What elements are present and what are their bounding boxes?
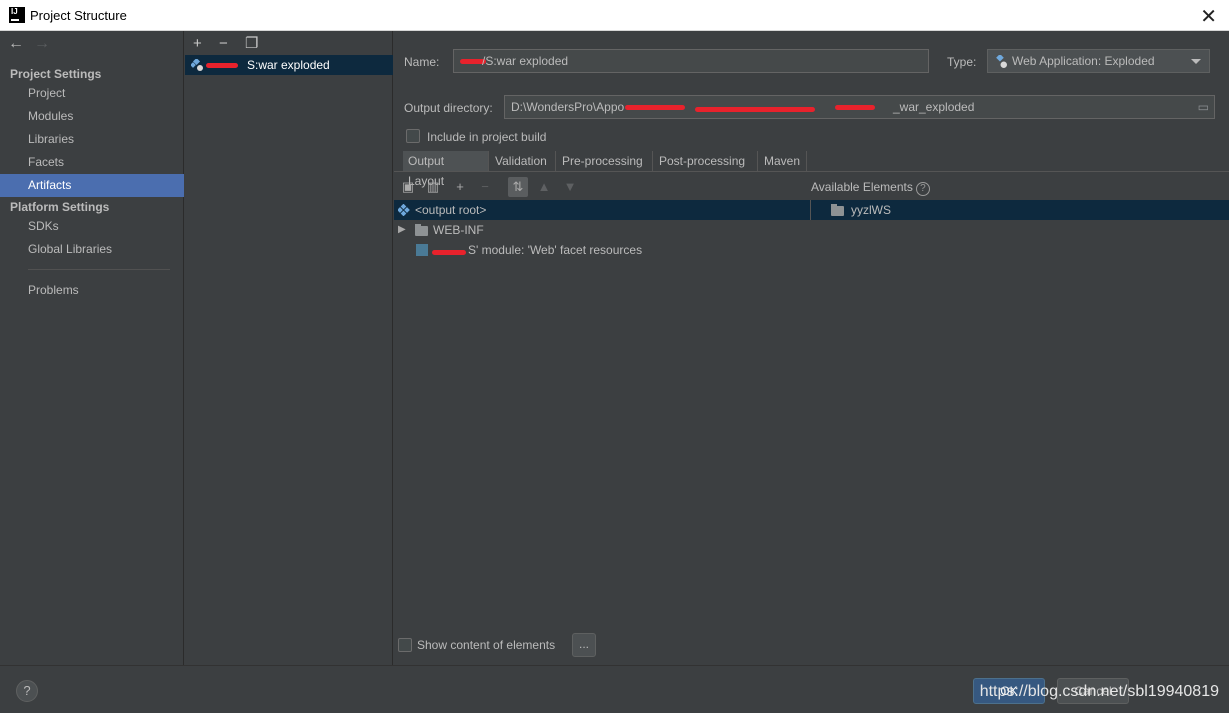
output-root-icon	[398, 204, 410, 216]
tab-post-processing[interactable]: Post-processing	[654, 151, 758, 171]
help-button[interactable]: ?	[16, 680, 38, 702]
folder-icon	[415, 224, 428, 236]
output-directory-field[interactable]: D:\WondersPro\Appo _war_exploded ▭	[504, 95, 1215, 119]
sidebar-item-sdks[interactable]: SDKs	[0, 215, 184, 238]
forward-arrow-icon[interactable]: →	[34, 35, 60, 53]
include-in-build-checkbox[interactable]	[406, 129, 420, 143]
redaction-mark	[625, 105, 685, 110]
output-directory-value-start: D:\WondersPro\Appo	[511, 100, 625, 114]
show-content-label: Show content of elements	[417, 638, 556, 652]
artifact-list-item[interactable]: S:war exploded	[185, 55, 393, 75]
available-row-yyzlws[interactable]: yyzlWS	[811, 200, 1229, 220]
copy-icon[interactable]: ❐	[245, 34, 271, 52]
sidebar-item-problems[interactable]: Problems	[0, 279, 184, 302]
name-field[interactable]: /S:war exploded	[453, 49, 929, 73]
type-dropdown[interactable]: Web Application: Exploded	[987, 49, 1210, 73]
new-directory-icon[interactable]: ▣	[398, 177, 418, 197]
name-field-value: /S:war exploded	[482, 54, 569, 68]
sidebar-divider	[28, 269, 170, 270]
navigation-arrows: ← →	[8, 35, 60, 53]
add-icon[interactable]: +	[193, 35, 219, 52]
platform-settings-heading: Platform Settings	[10, 200, 110, 214]
settings-sidebar: ← → Project Settings Project Modules Libr…	[0, 31, 184, 665]
more-options-button[interactable]: ...	[572, 633, 596, 657]
move-up-icon[interactable]: ▲	[534, 177, 554, 197]
module-folder-icon	[831, 204, 844, 216]
available-elements-label: Available Elements	[811, 180, 913, 194]
name-label: Name:	[404, 55, 440, 69]
web-artifact-icon	[191, 59, 203, 71]
expand-arrow-icon[interactable]: ▶	[398, 220, 406, 240]
available-row-label: yyzlWS	[851, 203, 891, 217]
redaction-mark	[206, 63, 238, 68]
sort-elements-icon[interactable]: ⇅	[508, 177, 528, 197]
sidebar-item-libraries[interactable]: Libraries	[0, 128, 184, 151]
show-content-checkbox[interactable]	[398, 638, 412, 652]
project-settings-heading: Project Settings	[10, 67, 102, 81]
intellij-app-icon: IJ	[9, 7, 25, 23]
output-directory-label: Output directory:	[404, 101, 493, 115]
tab-pre-processing[interactable]: Pre-processing	[557, 151, 653, 171]
redaction-mark	[432, 250, 466, 255]
tree-row-label: <output root>	[415, 203, 487, 217]
back-arrow-icon[interactable]: ←	[8, 35, 34, 53]
tabs-divider	[394, 171, 1229, 172]
redaction-mark	[835, 105, 875, 110]
artifacts-toolbar: + − ❐	[193, 34, 271, 52]
watermark-text: https://blog.csdn.net/sbl19940819	[979, 683, 1219, 700]
artifact-settings-panel: Name: /S:war exploded Type: Web Applicat…	[394, 31, 1229, 665]
available-elements-header: Available Elements?	[811, 180, 930, 196]
window-title: Project Structure	[30, 8, 127, 23]
dialog-footer: ? OK Cancel https://blog.csdn.net/sbl199…	[0, 665, 1229, 713]
artifact-name: S:war exploded	[247, 58, 330, 72]
redaction-mark	[695, 107, 815, 112]
sidebar-item-facets[interactable]: Facets	[0, 151, 184, 174]
move-down-icon[interactable]: ▼	[560, 177, 580, 197]
tree-row-web-facet-resources[interactable]: S' module: 'Web' facet resources	[394, 240, 694, 260]
tab-output-layout[interactable]: Output Layout	[403, 151, 489, 188]
remove-icon[interactable]: −	[219, 35, 245, 52]
web-app-icon	[996, 55, 1007, 68]
tree-row-label: WEB-INF	[433, 223, 484, 237]
type-label: Type:	[947, 55, 977, 69]
title-bar: IJ Project Structure ✕	[0, 0, 1229, 31]
create-archive-icon[interactable]: ▥	[423, 177, 443, 197]
sidebar-item-global-libraries[interactable]: Global Libraries	[0, 238, 184, 261]
sidebar-item-modules[interactable]: Modules	[0, 105, 184, 128]
artifacts-list-panel: + − ❐ S:war exploded	[185, 31, 393, 665]
remove-icon[interactable]: −	[475, 177, 495, 197]
tree-row-web-inf[interactable]: ▶ WEB-INF	[394, 220, 694, 240]
output-directory-value-end: _war_exploded	[893, 100, 975, 114]
web-facet-icon	[416, 244, 428, 256]
tab-maven[interactable]: Maven	[759, 151, 807, 171]
include-in-build-label: Include in project build	[427, 130, 547, 144]
sidebar-item-artifacts[interactable]: Artifacts	[0, 174, 184, 197]
tree-row-output-root[interactable]: <output root>	[394, 200, 810, 220]
sidebar-item-project[interactable]: Project	[0, 82, 184, 105]
chevron-down-icon	[1191, 59, 1201, 64]
tree-row-label: S' module: 'Web' facet resources	[468, 243, 643, 257]
help-icon[interactable]: ?	[915, 182, 930, 196]
type-dropdown-value: Web Application: Exploded	[1012, 54, 1155, 68]
add-copy-icon[interactable]: +	[450, 177, 470, 197]
browse-folder-icon[interactable]: ▭	[1198, 96, 1209, 118]
close-window-button[interactable]: ✕	[1200, 4, 1217, 29]
tab-validation[interactable]: Validation	[490, 151, 556, 171]
